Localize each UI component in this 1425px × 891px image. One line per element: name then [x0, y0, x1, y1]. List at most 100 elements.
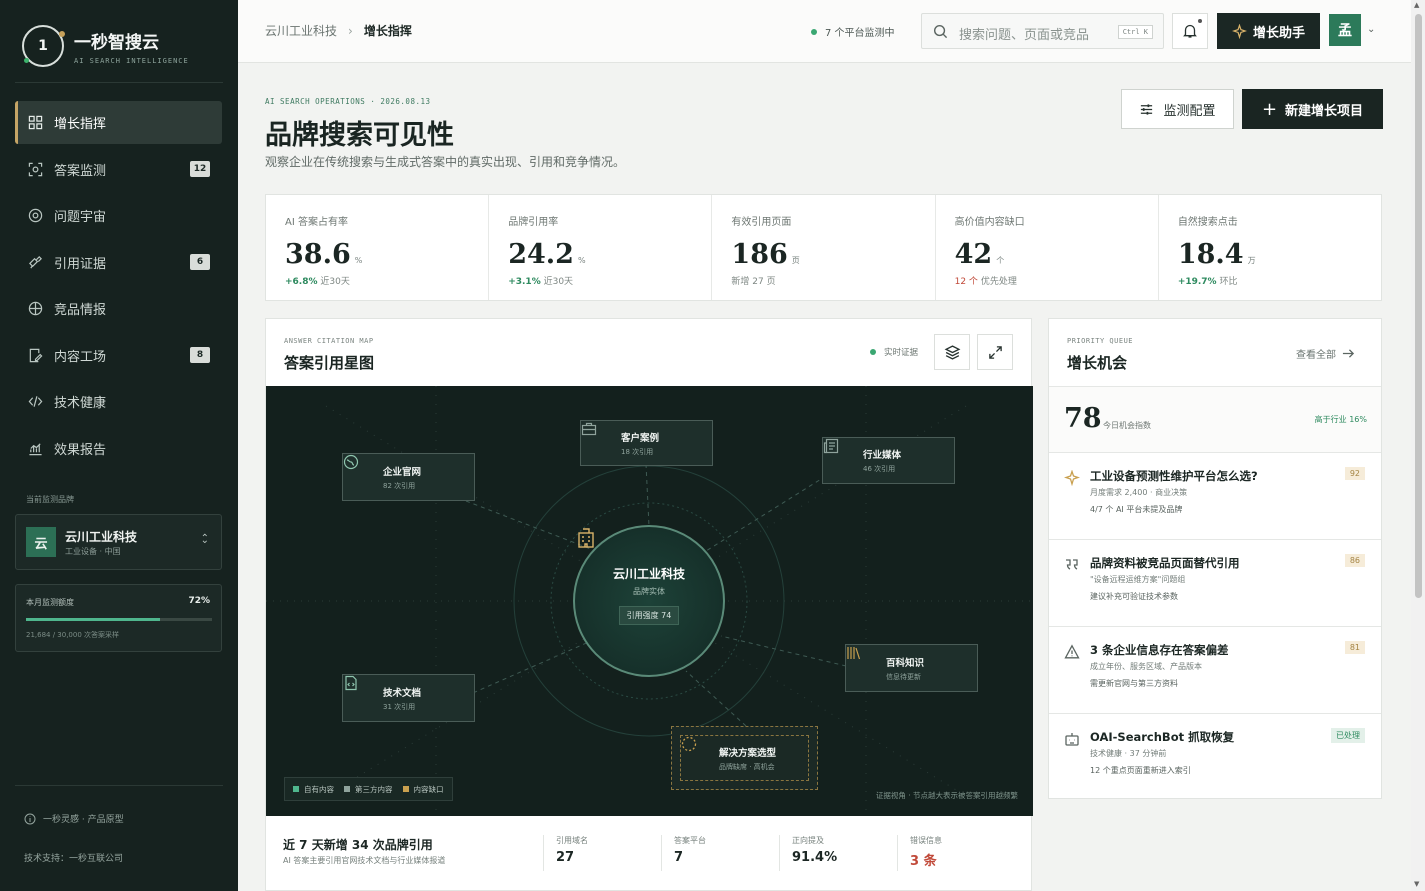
- map-node-customer-cases[interactable]: 客户案例 18 次引用: [580, 420, 713, 466]
- notification-button[interactable]: [1172, 13, 1208, 49]
- nav-item-question-universe[interactable]: 问题宇宙: [15, 194, 222, 237]
- breadcrumb-current: 增长指挥: [363, 24, 412, 38]
- status-dot-icon: [870, 349, 876, 355]
- kpi-note: 环比: [1219, 277, 1238, 287]
- books-icon: [847, 647, 876, 677]
- nav-item-competitor-intel[interactable]: 竞品情报: [15, 287, 222, 330]
- brand-switcher[interactable]: 云 云川工业科技 工业设备 · 中国 ⌃ ⌄: [15, 514, 222, 570]
- card-eyebrow: PRIORITY QUEUE: [1067, 337, 1134, 345]
- nav-item-answer-monitor[interactable]: 答案监测 12: [15, 148, 222, 191]
- opportunity-item[interactable]: 品牌资料被竞品页面替代引用 "设备远程运维方案"问题组 建议补充可验证技术参数 …: [1049, 540, 1381, 627]
- search-icon: [933, 24, 948, 43]
- nav-label: 内容工场: [54, 349, 107, 365]
- kpi-value: 186: [731, 239, 788, 270]
- kpi-label: 自然搜索点击: [1177, 217, 1238, 228]
- kpi-delta: +19.7%: [1177, 277, 1217, 287]
- view-all-link[interactable]: 查看全部: [1296, 346, 1355, 361]
- breadcrumb-root[interactable]: 云川工业科技: [265, 22, 337, 39]
- card-eyebrow: ANSWER CITATION MAP: [284, 337, 374, 345]
- brand-name: 云川工业科技: [65, 530, 138, 544]
- fullscreen-button[interactable]: [977, 334, 1013, 370]
- app-title: 一秒智搜云: [74, 32, 159, 53]
- opportunity-meta: 技术健康 · 37 分钟前: [1090, 749, 1167, 758]
- nav-item-content-factory[interactable]: 内容工场 8: [15, 334, 222, 377]
- card-title: 答案引用星图: [284, 354, 375, 372]
- node-name: 解决方案选型: [719, 747, 777, 759]
- summary-subtitle: AI 答案主要引用官网技术文档与行业媒体报道: [283, 856, 446, 865]
- kpi-label: 品牌引用率: [508, 217, 559, 228]
- node-name: 企业官网: [383, 466, 422, 478]
- kpi-unit: 页: [791, 256, 800, 265]
- kpi-value: 42: [954, 239, 993, 270]
- avatar[interactable]: 孟: [1329, 14, 1361, 46]
- legend-item: 自有内容: [293, 784, 334, 795]
- status-dot-icon: [811, 28, 817, 35]
- orbit-icon: [27, 208, 43, 224]
- nav-item-performance-report[interactable]: 效果报告: [15, 427, 222, 470]
- scroll-down-icon[interactable]: ▼: [1414, 880, 1419, 888]
- nav-item-tech-health[interactable]: 技术健康: [15, 380, 222, 423]
- notification-dot: [1198, 19, 1202, 23]
- assistant-button[interactable]: 增长助手: [1217, 13, 1320, 49]
- globe-icon: [343, 454, 373, 486]
- opportunity-item[interactable]: 3 条企业信息存在答案偏差 成立年份、服务区域、产品版本 需更新官网与第三方资料…: [1049, 627, 1381, 714]
- map-node-encyclopedia[interactable]: 百科知识 信息待更新: [845, 644, 978, 692]
- opportunity-title: OAI-SearchBot 抓取恢复: [1090, 730, 1235, 744]
- score-label: 今日机会指数: [1103, 421, 1151, 430]
- opportunity-desc: 12 个重点页面重新进入索引: [1090, 766, 1191, 775]
- sliders-icon: [1141, 103, 1153, 115]
- kpi-unit: 万: [1247, 256, 1256, 265]
- page-title: 品牌搜索可见性: [265, 120, 454, 151]
- new-project-label: 新建增长项目: [1285, 103, 1364, 119]
- scroll-thumb[interactable]: [1415, 14, 1422, 598]
- page-scrollbar[interactable]: ▲ ▼: [1411, 0, 1425, 891]
- kpi-card[interactable]: AI 答案占有率 38.6% +6.8% 近30天: [266, 195, 490, 300]
- expand-icon: [988, 345, 1002, 359]
- live-indicator: 实时证据: [870, 346, 918, 358]
- chevron-down-icon[interactable]: ⌄: [1367, 24, 1375, 35]
- divider: [15, 785, 223, 786]
- map-node-official-site[interactable]: 企业官网 82 次引用: [342, 453, 475, 501]
- kpi-card[interactable]: 高价值内容缺口 42 个 12 个 优先处理: [936, 195, 1159, 300]
- topbar: 云川工业科技 › 增长指挥 7 个平台监测中 搜索问题、页面或竞品 Ctrl K…: [238, 0, 1411, 63]
- opportunity-item[interactable]: OAI-SearchBot 抓取恢复 技术健康 · 37 分钟前 12 个重点页…: [1049, 714, 1381, 801]
- newspaper-icon: [823, 438, 853, 470]
- card-title: 增长机会: [1067, 354, 1128, 372]
- sparkle-icon: [1063, 469, 1081, 487]
- kpi-note: 近30天: [543, 277, 574, 287]
- kpi-card[interactable]: 有效引用页面 186 页 新增 27 页: [712, 195, 936, 300]
- legend-item: 第三方内容: [344, 784, 393, 795]
- map-legend: 自有内容 第三方内容 内容缺口: [284, 777, 453, 801]
- opportunity-item[interactable]: 工业设备预测性维护平台怎么选? 月度需求 2,400 · 商业决策 4/7 个 …: [1049, 453, 1381, 540]
- view-all-label: 查看全部: [1296, 350, 1336, 361]
- citation-map[interactable]: 企业官网 82 次引用 客户案例 18 次引用 行业媒体 46 次引用 技术文档 31 …: [266, 386, 1033, 816]
- scroll-up-icon[interactable]: ▲: [1414, 1, 1419, 9]
- node-sub: 18 次引用: [621, 447, 654, 456]
- layers-button[interactable]: [934, 334, 970, 370]
- monitor-config-button[interactable]: 监测配置: [1121, 89, 1234, 129]
- map-center-entity[interactable]: 云川工业科技 品牌实体 引用强度 74: [573, 525, 725, 677]
- nav-label: 技术健康: [54, 396, 107, 411]
- map-node-industry-media[interactable]: 行业媒体 46 次引用: [822, 437, 955, 484]
- new-project-button[interactable]: + 新建增长项目: [1242, 89, 1383, 129]
- nav-item-citation-evidence[interactable]: 引用证据 6: [15, 241, 222, 284]
- page-eyebrow: AI SEARCH OPERATIONS · 2026.08.13: [265, 97, 431, 106]
- map-node-solution-selection[interactable]: 解决方案选型 品牌缺席 · 高机会: [671, 726, 818, 790]
- kpi-delta: +3.1%: [508, 277, 541, 287]
- bot-icon: [1064, 731, 1080, 747]
- node-sub: 82 次引用: [383, 481, 416, 490]
- warning-icon: [1064, 644, 1080, 660]
- stat-label: 正向提及: [792, 836, 824, 845]
- divider: [15, 82, 223, 83]
- kpi-card[interactable]: 自然搜索点击 18.4 万 +19.7% 环比: [1159, 195, 1381, 300]
- map-node-tech-docs[interactable]: 技术文档 31 次引用: [342, 674, 475, 722]
- nav-item-growth-command[interactable]: 增长指挥: [15, 101, 222, 144]
- edit-doc-icon: [27, 347, 43, 363]
- search-input[interactable]: 搜索问题、页面或竞品 Ctrl K: [921, 13, 1164, 49]
- priority-badge: 86: [1344, 554, 1365, 567]
- stat-value: 3 条: [910, 854, 937, 869]
- node-name: 客户案例: [621, 432, 660, 444]
- kpi-card[interactable]: 品牌引用率 24.2% +3.1% 近30天: [489, 195, 713, 300]
- logo[interactable]: 1 一秒智搜云 AI SEARCH INTELLIGENCE: [22, 25, 189, 67]
- current-brand-label: 当前监测品牌: [26, 495, 74, 504]
